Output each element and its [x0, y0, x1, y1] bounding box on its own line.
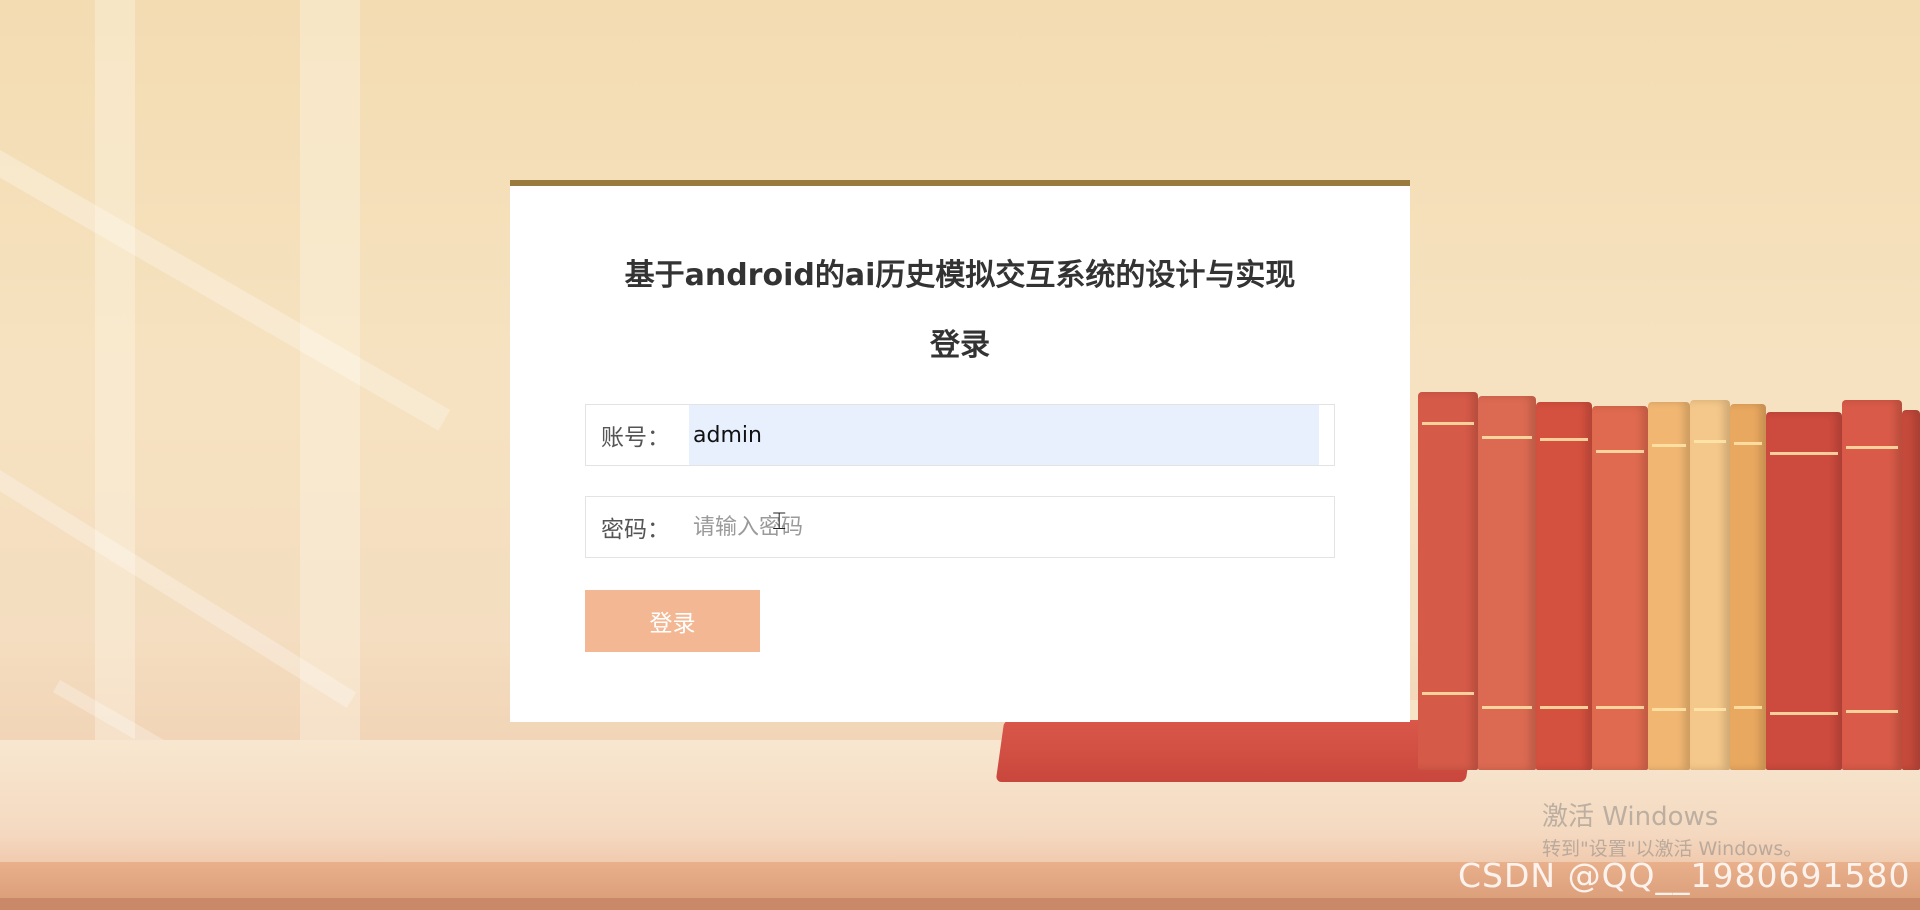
text-cursor-icon: ⌶	[772, 507, 787, 535]
book-spine	[1690, 400, 1730, 770]
login-card: 基于android的ai历史模拟交互系统的设计与实现 登录 账号： 密码： ⌶ …	[510, 180, 1410, 722]
book-spine	[1902, 410, 1920, 770]
book-spine	[1648, 402, 1690, 770]
book-spine	[1418, 392, 1478, 770]
light-ray-decoration	[0, 150, 451, 431]
windows-activation-title: 激活 Windows	[1542, 802, 1719, 832]
book-spine	[1536, 402, 1592, 770]
book-spine	[1842, 400, 1902, 770]
account-label: 账号：	[601, 425, 670, 451]
book-spine	[1730, 404, 1766, 770]
window-frame-decoration	[95, 0, 135, 740]
password-field: 密码：	[585, 496, 1335, 558]
account-input[interactable]	[689, 405, 1319, 465]
desk-bottom	[0, 898, 1920, 910]
page-title: 基于android的ai历史模拟交互系统的设计与实现	[624, 258, 1296, 293]
account-field: 账号：	[585, 404, 1335, 466]
password-label: 密码：	[601, 517, 670, 543]
lying-book	[995, 720, 1475, 782]
book-spine	[1478, 396, 1536, 770]
book-spine	[1592, 406, 1648, 770]
login-heading: 登录	[930, 328, 990, 363]
login-button[interactable]: 登录	[585, 590, 760, 652]
csdn-watermark: CSDN @QQ__1980691580	[1458, 856, 1911, 895]
book-spine	[1766, 412, 1842, 770]
